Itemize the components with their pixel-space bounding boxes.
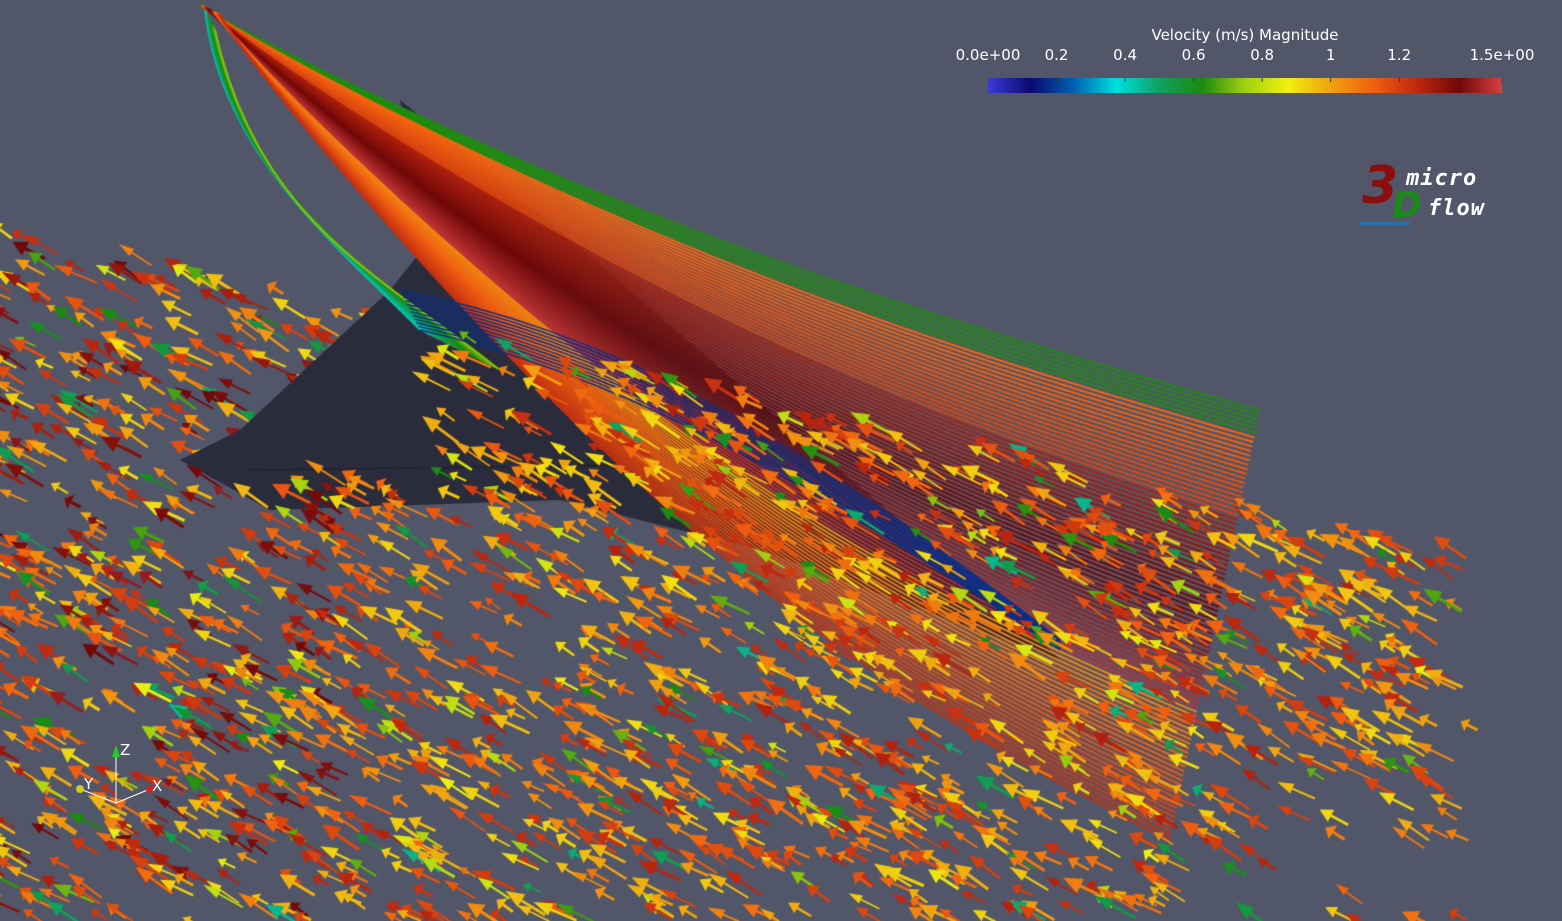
- orientation-axes-widget: Z Y X: [60, 735, 180, 825]
- z-axis-arrowhead: [112, 745, 120, 757]
- logo-letter: D: [1392, 185, 1422, 226]
- y-axis-label: Y: [84, 775, 94, 793]
- colorbar-gradient-rect: [988, 78, 1502, 93]
- colorbar-title: Velocity (m/s) Magnitude: [1151, 26, 1339, 44]
- colorbar-tick-label: 0.4: [1113, 46, 1137, 64]
- z-axis-label: Z: [120, 741, 131, 759]
- colorbar-tick-label: 1: [1325, 46, 1336, 64]
- colorbar-tick-label: 1.5e+00: [1469, 46, 1535, 64]
- x-axis-label: X: [152, 777, 163, 795]
- flow-visualization-canvas[interactable]: [0, 0, 1562, 921]
- logo-underline: [1360, 222, 1410, 225]
- colorbar-tick-label: 0.0e+00: [955, 46, 1021, 64]
- colorbar-tick-label: 0.8: [1250, 46, 1275, 64]
- y-axis-marker: [76, 785, 84, 793]
- colorbar-tick-label: 0.6: [1181, 46, 1206, 64]
- 3dmicroflow-logo: 3 D micro flow: [1358, 160, 1498, 230]
- colorbar-ticks: 0.0e+00 0.2 0.4 0.6 0.8 1 1.2 1.5e+00: [940, 46, 1550, 66]
- x-axis-line: [115, 788, 151, 804]
- logo-word-flow: flow: [1428, 196, 1485, 221]
- render-viewport[interactable]: Velocity (m/s) Magnitude 0.0e+00 0.2 0.4…: [0, 0, 1562, 921]
- colorbar-gradient: [988, 78, 1502, 93]
- colorbar-tick-label: 1.2: [1387, 46, 1412, 64]
- color-legend: Velocity (m/s) Magnitude 0.0e+00 0.2 0.4…: [940, 26, 1550, 100]
- logo-word-micro: micro: [1406, 166, 1478, 191]
- colorbar-tick-label: 0.2: [1044, 46, 1069, 64]
